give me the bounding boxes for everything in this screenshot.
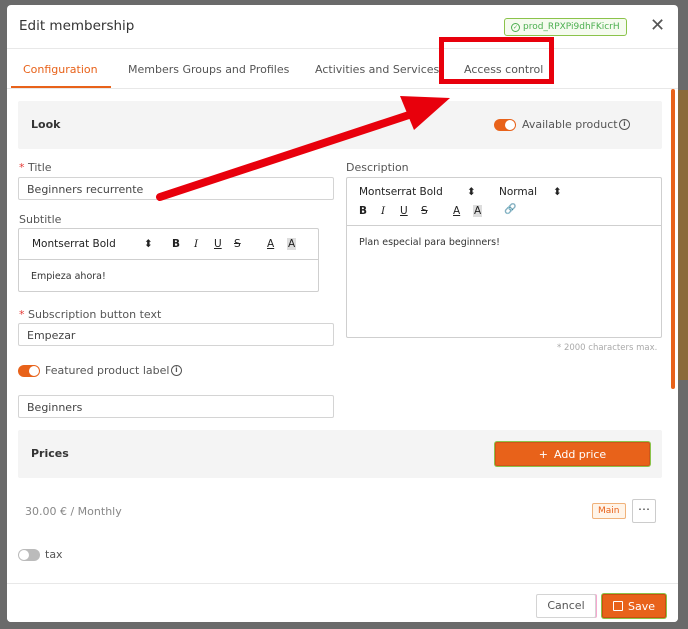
check-circle-icon: ✓ <box>511 22 520 32</box>
italic-button[interactable]: I <box>194 238 198 250</box>
bold-button[interactable]: B <box>172 238 180 250</box>
subscription-button-input[interactable]: Empezar <box>18 323 334 346</box>
text-color-button[interactable]: A <box>267 238 274 250</box>
subscription-label-text: Subscription button text <box>28 308 162 321</box>
active-tab-indicator <box>11 86 111 88</box>
info-icon[interactable]: i <box>171 365 182 376</box>
subtitle-editor: Montserrat Bold ⬍ B I U S A A Empieza ah… <box>18 228 319 292</box>
close-icon[interactable]: ✕ <box>650 15 665 36</box>
tab-bar: Configuration Members Groups and Profile… <box>7 49 678 89</box>
title-label: * Title <box>19 161 52 174</box>
prices-section-title: Prices <box>31 447 69 460</box>
highlight-button[interactable]: A <box>287 238 297 250</box>
add-price-label: Add price <box>554 447 607 461</box>
save-button[interactable]: Save <box>602 594 666 618</box>
tax-label: tax <box>45 548 63 561</box>
featured-product-label: Featured product label <box>45 364 170 377</box>
save-icon <box>612 601 623 611</box>
price-row-text: 30.00 € / Monthly <box>25 505 122 518</box>
description-size-select[interactable]: Normal <box>499 186 537 198</box>
featured-product-toggle[interactable] <box>18 365 40 377</box>
look-section: Look Available product i <box>18 101 662 149</box>
required-mark: * <box>19 161 25 174</box>
chevron-updown-icon: ⬍ <box>553 186 562 198</box>
description-size-value: Normal <box>499 186 537 198</box>
highlight-button[interactable]: A <box>473 205 483 217</box>
modal-footer: Cancel Save <box>7 583 678 622</box>
underline-button[interactable]: U <box>400 205 408 217</box>
add-price-button[interactable]: + Add price <box>495 442 650 466</box>
char-count-hint: * 2000 characters max. <box>557 343 658 353</box>
text-color-button[interactable]: A <box>453 205 460 217</box>
product-id-text: prod_RPXPi9dhFKicrH <box>523 22 620 32</box>
subscription-label: * Subscription button text <box>19 308 161 321</box>
subtitle-label: Subtitle <box>19 213 62 226</box>
product-id-badge[interactable]: ✓ prod_RPXPi9dhFKicrH <box>504 18 627 36</box>
description-editor: Montserrat Bold ⬍ Normal ⬍ B I U S A A 🔗… <box>346 177 662 338</box>
chevron-updown-icon: ⬍ <box>144 238 153 250</box>
info-icon[interactable]: i <box>619 119 630 130</box>
italic-button[interactable]: I <box>381 205 385 217</box>
scrollbar[interactable] <box>671 89 675 389</box>
subtitle-editor-content[interactable]: Empieza ahora! <box>31 271 106 282</box>
description-label: Description <box>346 161 409 174</box>
available-product-toggle[interactable] <box>494 119 516 131</box>
strike-button[interactable]: S <box>234 238 241 250</box>
main-price-badge: Main <box>592 503 626 519</box>
description-font-select[interactable]: Montserrat Bold <box>359 186 443 198</box>
edit-membership-modal: Edit membership ✓ prod_RPXPi9dhFKicrH ✕ … <box>7 5 678 622</box>
subtitle-font-select[interactable]: Montserrat Bold <box>32 238 116 250</box>
tab-activities-services[interactable]: Activities and Services <box>315 63 439 76</box>
description-editor-content[interactable]: Plan especial para beginners! <box>359 237 500 248</box>
annotation-highlight-box <box>439 37 554 84</box>
title-input[interactable]: Beginners recurrente <box>18 177 334 200</box>
plus-icon: + <box>538 447 549 461</box>
cancel-button[interactable]: Cancel <box>536 594 596 618</box>
title-label-text: Title <box>28 161 52 174</box>
link-icon[interactable]: 🔗 <box>504 204 516 215</box>
tab-configuration[interactable]: Configuration <box>23 63 98 76</box>
available-product-label: Available product <box>522 118 618 131</box>
save-label: Save <box>627 599 655 613</box>
modal-title: Edit membership <box>19 18 135 34</box>
subtitle-font-value: Montserrat Bold <box>32 238 116 250</box>
look-section-title: Look <box>31 118 61 131</box>
chevron-updown-icon: ⬍ <box>467 186 476 198</box>
tab-members-groups-profiles[interactable]: Members Groups and Profiles <box>128 63 289 76</box>
description-editor-toolbar: Montserrat Bold ⬍ Normal ⬍ B I U S A A 🔗 <box>347 178 661 226</box>
modal-header: Edit membership ✓ prod_RPXPi9dhFKicrH ✕ <box>7 5 678 49</box>
underline-button[interactable]: U <box>214 238 222 250</box>
required-mark: * <box>19 308 25 321</box>
subtitle-editor-toolbar: Montserrat Bold ⬍ B I U S A A <box>19 229 318 260</box>
strike-button[interactable]: S <box>421 205 428 217</box>
more-icon[interactable]: ⋯ <box>632 499 656 523</box>
description-font-value: Montserrat Bold <box>359 186 443 198</box>
featured-label-input[interactable]: Beginners <box>18 395 334 418</box>
bold-button[interactable]: B <box>359 205 367 217</box>
tax-toggle[interactable] <box>18 549 40 561</box>
